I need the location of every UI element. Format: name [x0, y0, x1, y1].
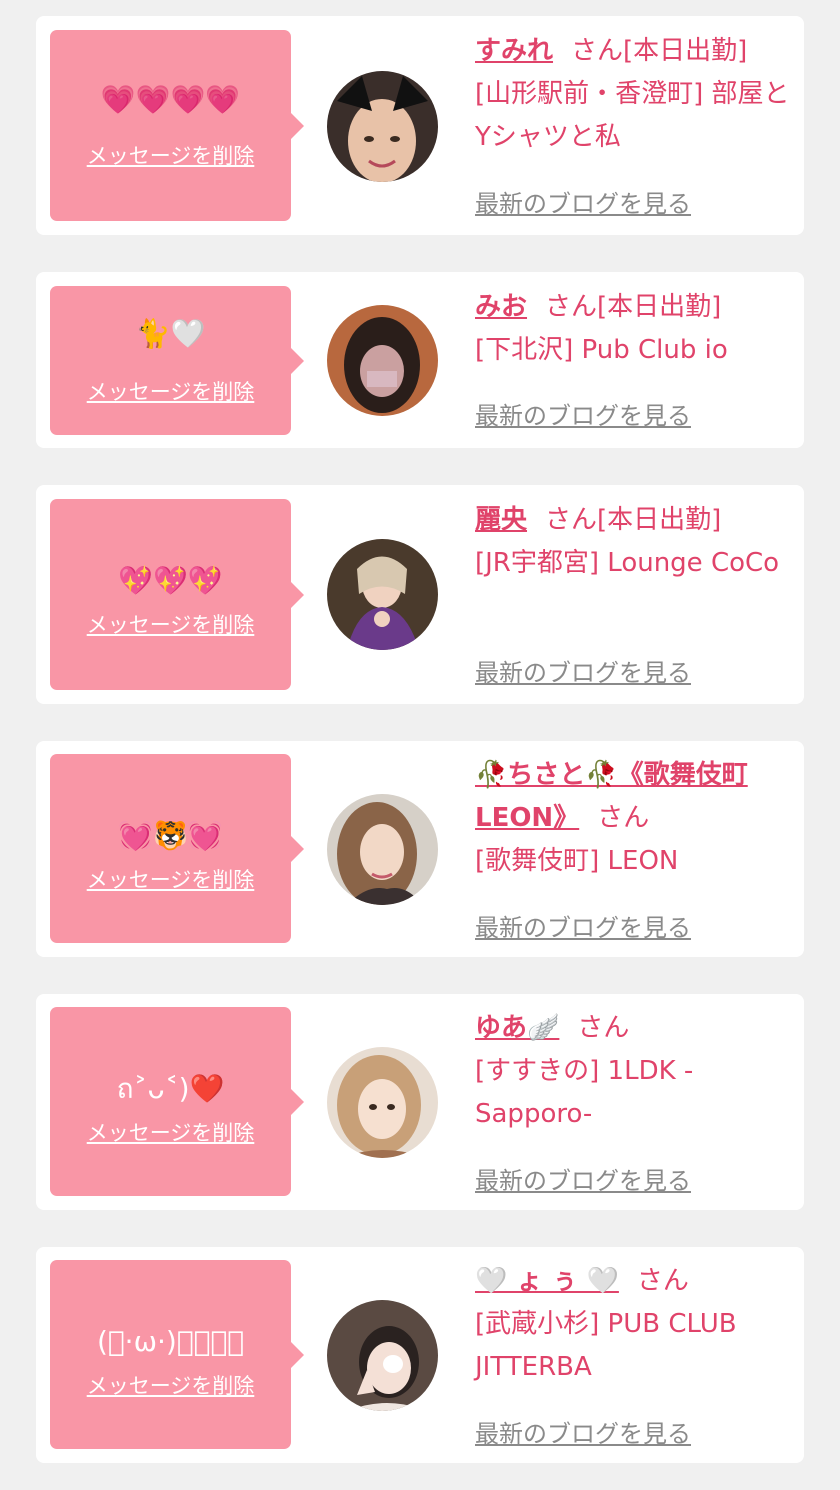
- delete-message-link[interactable]: メッセージを削除: [50, 609, 291, 639]
- avatar[interactable]: [327, 794, 438, 905]
- avatar[interactable]: [327, 539, 438, 650]
- message-bubble: (ﾟ·ω·)ﾟﾟﾟﾟ メッセージを削除: [50, 1260, 304, 1449]
- delete-message-link[interactable]: メッセージを削除: [50, 1370, 291, 1400]
- blog-link[interactable]: 最新のブログを見る: [475, 1161, 691, 1196]
- host-info: ゆあ🪽 さん [すすきの] 1LDK -Sapporo-: [475, 1007, 793, 1136]
- message-card: 💓🐯💓 メッセージを削除 🥀ちさと🥀《歌舞伎町LEON》 さん [歌舞伎町] LE…: [36, 741, 804, 957]
- message-card: (ﾟ·ω·)ﾟﾟﾟﾟ メッセージを削除 🤍 ょ ぅ 🤍 さん [武蔵小杉] PUB…: [36, 1247, 804, 1463]
- host-name-link[interactable]: 🤍 ょ ぅ 🤍: [475, 1266, 619, 1296]
- host-name-link[interactable]: ゆあ🪽: [475, 1013, 559, 1043]
- message-bubble: 💖💖💖 メッセージを削除: [50, 499, 304, 690]
- honorific: さん: [545, 292, 598, 322]
- message-card: ถ˃ᴗ˂)❤️ メッセージを削除 ゆあ🪽 さん [すすきの] 1LDK -Sapp…: [36, 994, 804, 1210]
- delete-message-link[interactable]: メッセージを削除: [50, 864, 291, 894]
- shop-name: [JR宇都宮] Lounge CoCo: [475, 548, 780, 578]
- delete-message-link[interactable]: メッセージを削除: [50, 140, 291, 170]
- message-bubble: 💓🐯💓 メッセージを削除: [50, 754, 304, 943]
- status-tag: [本日出勤]: [597, 505, 722, 535]
- message-text: ถ˃ᴗ˂)❤️: [116, 1072, 225, 1105]
- shop-name: [下北沢] Pub Club io: [475, 335, 728, 365]
- honorific: さん: [571, 36, 624, 66]
- honorific: さん: [577, 1013, 630, 1043]
- blog-link[interactable]: 最新のブログを見る: [475, 396, 691, 431]
- message-card: 🐈🤍 メッセージを削除 みお さん[本日出勤] [下北沢] Pub Club io…: [36, 272, 804, 448]
- host-info: すみれ さん[本日出勤] [山形駅前・香澄町] 部屋とYシャツと私: [475, 30, 793, 159]
- honorific: さん: [636, 1266, 689, 1296]
- host-info: 麗央 さん[本日出勤] [JR宇都宮] Lounge CoCo: [475, 499, 793, 585]
- message-text: 🐈🤍: [135, 317, 206, 350]
- host-name-link[interactable]: みお: [475, 292, 527, 322]
- host-info: 🥀ちさと🥀《歌舞伎町LEON》 さん [歌舞伎町] LEON: [475, 754, 793, 883]
- blog-link[interactable]: 最新のブログを見る: [475, 653, 691, 688]
- avatar[interactable]: [327, 71, 438, 182]
- message-bubble: 🐈🤍 メッセージを削除: [50, 286, 304, 435]
- shop-name: [山形駅前・香澄町] 部屋とYシャツと私: [475, 79, 790, 152]
- status-tag: [本日出勤]: [623, 36, 748, 66]
- honorific: さん: [545, 505, 598, 535]
- avatar[interactable]: [327, 305, 438, 416]
- avatar[interactable]: [327, 1300, 438, 1411]
- host-info: 🤍 ょ ぅ 🤍 さん [武蔵小杉] PUB CLUB JITTERBA: [475, 1260, 793, 1389]
- blog-link[interactable]: 最新のブログを見る: [475, 184, 691, 219]
- message-card: 💗💗💗💗 メッセージを削除 すみれ さん[本日出勤] [山形駅前・香澄町] 部屋と…: [36, 16, 804, 235]
- delete-message-link[interactable]: メッセージを削除: [50, 376, 291, 406]
- host-info: みお さん[本日出勤] [下北沢] Pub Club io: [475, 286, 793, 372]
- message-text: (ﾟ·ω·)ﾟﾟﾟﾟ: [96, 1325, 245, 1358]
- message-bubble: 💗💗💗💗 メッセージを削除: [50, 30, 304, 221]
- shop-name: [武蔵小杉] PUB CLUB JITTERBA: [475, 1309, 737, 1382]
- status-tag: [本日出勤]: [597, 292, 722, 322]
- shop-name: [歌舞伎町] LEON: [475, 846, 679, 876]
- message-text: 💓🐯💓: [118, 819, 223, 852]
- avatar[interactable]: [327, 1047, 438, 1158]
- message-card: 💖💖💖 メッセージを削除 麗央 さん[本日出勤] [JR宇都宮] Lounge C…: [36, 485, 804, 704]
- message-text: 💖💖💖: [118, 564, 223, 597]
- message-bubble: ถ˃ᴗ˂)❤️ メッセージを削除: [50, 1007, 304, 1196]
- blog-link[interactable]: 最新のブログを見る: [475, 908, 691, 943]
- delete-message-link[interactable]: メッセージを削除: [50, 1117, 291, 1147]
- host-name-link[interactable]: 麗央: [475, 505, 527, 535]
- honorific: さん: [597, 803, 650, 833]
- shop-name: [すすきの] 1LDK -Sapporo-: [475, 1056, 694, 1129]
- message-text: 💗💗💗💗: [100, 83, 241, 116]
- host-name-link[interactable]: すみれ: [475, 36, 553, 66]
- blog-link[interactable]: 最新のブログを見る: [475, 1414, 691, 1449]
